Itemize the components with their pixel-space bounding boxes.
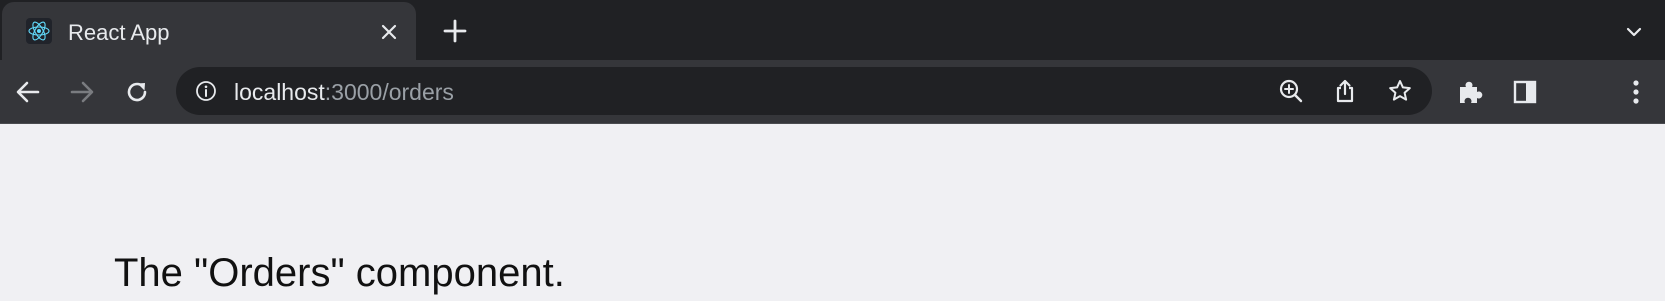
url-path: :3000/orders [324,79,454,105]
tab-title: React App [68,20,170,45]
reload-icon[interactable] [121,76,153,108]
orders-component-text: The "Orders" component. [114,251,565,295]
close-icon[interactable] [378,21,400,43]
arrow-left-icon[interactable] [12,76,44,108]
url-text[interactable]: localhost:3000/orders [234,79,454,105]
puzzle-icon[interactable] [1454,76,1486,108]
chevron-down-icon[interactable] [1620,18,1648,46]
page-content: The "Orders" component. [0,124,1665,301]
kebab-menu-icon[interactable] [1620,76,1652,108]
info-icon[interactable] [194,79,218,103]
react-logo-icon [26,18,52,44]
url-host: localhost [234,79,325,105]
tab-react-app[interactable]: React App [2,2,416,60]
address-bar[interactable]: localhost:3000/orders [176,67,1432,115]
tab-strip: React App [0,0,1665,60]
star-icon[interactable] [1386,77,1414,105]
zoom-in-icon[interactable] [1277,77,1305,105]
side-panel-icon[interactable] [1509,76,1541,108]
arrow-right-icon[interactable] [66,76,98,108]
share-icon[interactable] [1331,77,1359,105]
plus-icon[interactable] [440,16,470,46]
browser-toolbar: localhost:3000/orders [0,60,1665,124]
